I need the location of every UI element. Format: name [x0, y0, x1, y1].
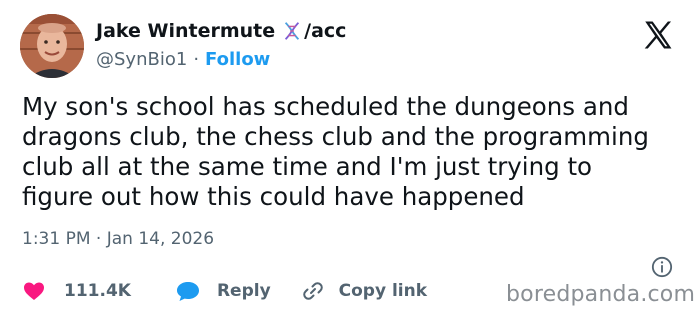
user-handle[interactable]: @SynBio1	[96, 49, 187, 70]
avatar[interactable]	[20, 14, 84, 78]
tweet-header: Jake Wintermute /acc @SynBio1 · Follow	[96, 16, 346, 70]
tweet-timestamp[interactable]: 1:31 PM · Jan 14, 2026	[22, 229, 214, 249]
copy-link-label: Copy link	[338, 281, 428, 301]
watermark: boredpanda.com	[506, 282, 696, 307]
reply-button[interactable]: Reply	[175, 279, 271, 303]
reply-label: Reply	[216, 281, 271, 301]
follow-button[interactable]: Follow	[205, 49, 270, 70]
separator-dot: ·	[193, 49, 200, 70]
copy-link-button[interactable]: Copy link	[301, 279, 427, 303]
name-row: Jake Wintermute /acc	[96, 16, 346, 46]
x-logo-icon[interactable]	[640, 18, 676, 52]
name-suffix: /acc	[304, 20, 347, 42]
display-name[interactable]: Jake Wintermute	[96, 20, 275, 42]
dna-icon	[281, 20, 303, 42]
handle-row: @SynBio1 · Follow	[96, 49, 346, 70]
info-icon[interactable]	[651, 256, 673, 278]
tweet-text: My son's school has scheduled the dungeo…	[22, 92, 649, 211]
reply-bubble-icon	[176, 282, 199, 301]
like-button[interactable]: 111.4K	[22, 279, 131, 303]
link-icon	[302, 282, 323, 300]
like-count: 111.4K	[64, 281, 131, 301]
action-bar: 111.4K Reply Copy link	[22, 277, 427, 305]
heart-icon	[24, 282, 44, 300]
